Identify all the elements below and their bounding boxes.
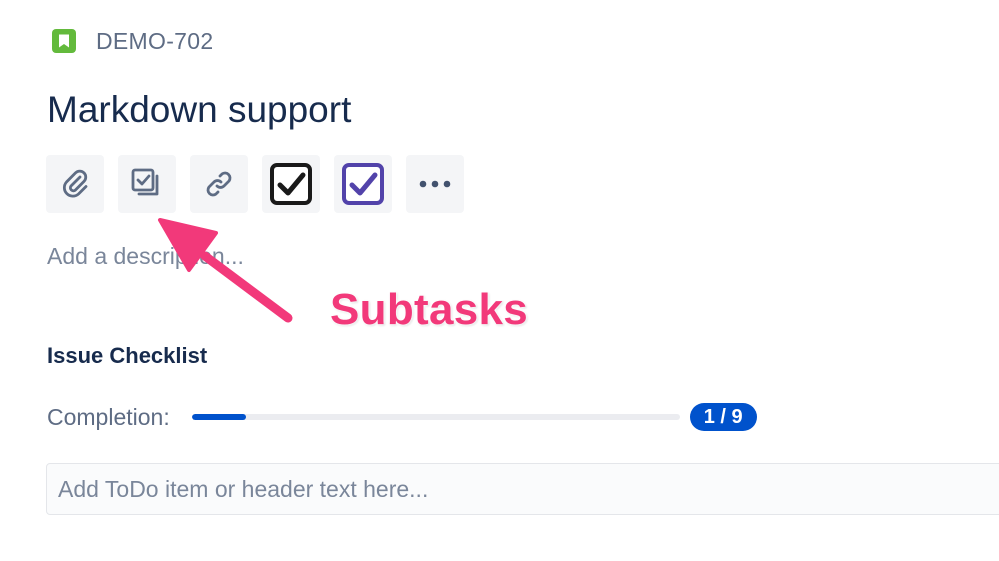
completion-row: Completion: 1 / 9 [47,401,757,433]
checkbox-checked-black-icon [270,163,312,205]
issue-key-link[interactable]: DEMO-702 [96,28,213,55]
checklist-title: Issue Checklist [47,343,208,368]
description-placeholder[interactable]: Add a description... [47,243,244,270]
todo-input[interactable] [46,463,999,515]
progress-bar [191,414,680,420]
issue-toolbar [46,155,464,213]
issue-checklist-button[interactable] [334,155,392,213]
checkbox-checked-purple-icon [342,163,384,205]
annotation-label: Subtasks [330,285,529,334]
more-horizontal-icon [419,180,451,188]
checklist-button[interactable] [262,155,320,213]
link-issue-button[interactable] [190,155,248,213]
subtask-icon [131,168,159,196]
progress-fill [191,414,246,420]
completion-label: Completion: [47,403,170,430]
page-title[interactable]: Markdown support [47,84,351,136]
story-bookmark-icon [52,29,76,53]
link-icon [206,171,232,197]
create-subtask-button[interactable] [118,155,176,213]
attach-button[interactable] [46,155,104,213]
paperclip-icon [62,169,88,198]
progress-badge: 1 / 9 [689,403,757,431]
issue-key-row: DEMO-702 [52,26,213,56]
more-button[interactable] [406,155,464,213]
